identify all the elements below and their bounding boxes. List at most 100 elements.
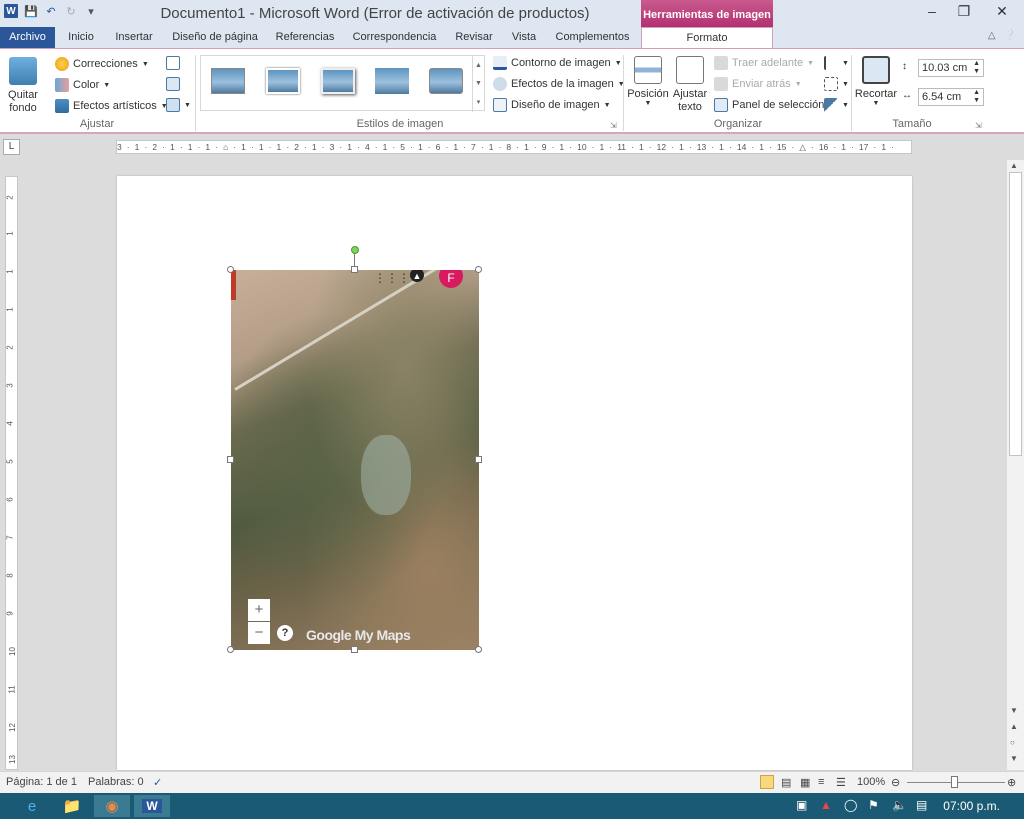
horizontal-ruler[interactable]: 3 · 1 · 2 · 1 · 1 · 1 · ⌂ · 1 · 1 · 1 · … (116, 140, 912, 154)
gallery-scroll[interactable]: ▲ ▼ ▾ (472, 56, 484, 112)
recortar-button[interactable]: Recortar ▼ (854, 56, 898, 107)
word-count[interactable]: Palabras: 0 (88, 776, 144, 788)
compress-icon (166, 56, 180, 70)
rotate-button[interactable]: ▼ (824, 98, 849, 112)
traer-adelante-button[interactable]: Traer adelante ▼ (714, 56, 814, 70)
close-button[interactable]: ✕ (980, 0, 1024, 22)
resize-handle-n[interactable] (351, 266, 358, 273)
resize-handle-nw[interactable] (227, 266, 234, 273)
tab-diseno-pagina[interactable]: Diseño de página (165, 27, 265, 48)
width-field[interactable]: 6.54 cm ▲ ▼ (918, 88, 984, 106)
zoom-slider-knob[interactable] (951, 776, 958, 788)
resize-handle-ne[interactable] (475, 266, 482, 273)
style-thumb-3[interactable] (321, 68, 355, 94)
reset-picture-button[interactable]: ▼ (166, 98, 191, 112)
flag-tray-icon[interactable]: ⚑ (868, 798, 879, 812)
volume-icon[interactable]: 🔈 (892, 798, 907, 812)
prev-page-icon[interactable]: ▲ (1010, 722, 1018, 731)
gallery-more-icon[interactable]: ▾ (477, 98, 481, 106)
scroll-down-icon[interactable]: ▼ (1010, 706, 1018, 715)
width-spinner-icon[interactable]: ▲ ▼ (973, 89, 980, 105)
web-layout-icon[interactable]: ▦ (800, 776, 810, 789)
posicion-button[interactable]: Posición ▼ (627, 56, 669, 107)
style-thumb-2[interactable] (266, 68, 300, 94)
zoom-level[interactable]: 100% (857, 776, 885, 788)
quitar-fondo-button[interactable]: Quitar fondo (4, 57, 42, 115)
picture-styles-gallery: ▲ ▼ ▾ (200, 55, 485, 112)
change-picture-button[interactable] (166, 77, 180, 91)
tab-correspondencia[interactable]: Correspondencia (347, 27, 442, 48)
resize-handle-w[interactable] (227, 456, 234, 463)
rotate-handle[interactable] (351, 246, 359, 254)
estilos-dialog-launcher-icon[interactable]: ⇲ (610, 121, 617, 130)
resize-handle-s[interactable] (351, 646, 358, 653)
page-count[interactable]: Página: 1 de 1 (6, 776, 77, 788)
contorno-imagen-button[interactable]: Contorno de imagen ▼ (493, 56, 622, 70)
scrollbar-thumb[interactable] (1009, 172, 1022, 456)
outline-icon[interactable]: ≡ (818, 776, 824, 788)
style-thumb-1[interactable] (211, 68, 245, 94)
align-button[interactable]: ▼ (824, 56, 849, 70)
sync-tray-icon[interactable]: ◯ (844, 798, 857, 812)
tab-revisar[interactable]: Revisar (450, 27, 498, 48)
zoom-in-icon[interactable]: ⊕ (1007, 776, 1016, 789)
draft-icon[interactable]: ☰ (836, 776, 846, 789)
taskbar-clock[interactable]: 07:00 p.m. (943, 799, 1000, 813)
restore-button[interactable]: ❐ (948, 0, 980, 22)
gallery-down-icon[interactable]: ▼ (475, 80, 482, 87)
tab-vista[interactable]: Vista (505, 27, 543, 48)
quitar-fondo-label: Quitar fondo (8, 89, 38, 114)
resize-handle-se[interactable] (475, 646, 482, 653)
ajustar-texto-button[interactable]: Ajustar texto (670, 56, 710, 114)
tab-complementos[interactable]: Complementos (550, 27, 635, 48)
help-icon[interactable]: ❔ (1004, 30, 1016, 41)
gallery-up-icon[interactable]: ▲ (475, 62, 482, 69)
tab-formato[interactable]: Formato (641, 27, 773, 49)
style-thumb-5[interactable] (429, 68, 463, 94)
send-backward-icon (714, 77, 728, 91)
minimize-ribbon-icon[interactable]: △ (988, 30, 996, 41)
map-image[interactable]: ⋮⋮⋮ ▲ F + − ? Google My Maps (231, 270, 479, 650)
enviar-atras-button[interactable]: Enviar atrás ▼ (714, 77, 802, 91)
height-field[interactable]: 10.03 cm ▲ ▼ (918, 59, 984, 77)
color-button[interactable]: Color ▼ (55, 78, 110, 92)
chrome-icon[interactable]: ◉ (94, 795, 130, 817)
network-icon[interactable]: ▤ (916, 798, 927, 812)
resize-handle-e[interactable] (475, 456, 482, 463)
efectos-imagen-button[interactable]: Efectos de la imagen ▼ (493, 77, 625, 91)
height-spinner-icon[interactable]: ▲ ▼ (973, 60, 980, 76)
diseno-imagen-button[interactable]: Diseño de imagen ▼ (493, 98, 611, 112)
word-taskbar-icon[interactable]: W (134, 795, 170, 817)
style-thumb-4[interactable] (375, 68, 409, 94)
zoom-out-icon[interactable]: ⊖ (891, 776, 900, 789)
tab-archivo[interactable]: Archivo (0, 27, 55, 48)
panel-seleccion-button[interactable]: Panel de selección (714, 98, 824, 112)
scroll-up-icon[interactable]: ▲ (1010, 161, 1018, 170)
acrobat-tray-icon[interactable]: ▲ (820, 798, 832, 812)
correcciones-button[interactable]: Correcciones ▼ (55, 57, 149, 71)
next-page-icon[interactable]: ▼ (1010, 754, 1018, 763)
file-explorer-icon[interactable]: 📁 (54, 795, 90, 817)
group-button[interactable]: ▼ (824, 77, 849, 91)
vertical-scrollbar[interactable]: ▲ ▼ ▲ ○ ▼ (1006, 160, 1024, 770)
vruler-mark: 1 (5, 269, 15, 274)
tab-selector[interactable]: L (3, 139, 20, 155)
proofing-icon[interactable]: ✓ (153, 776, 162, 789)
vruler-mark: 8 (5, 573, 15, 578)
tab-referencias[interactable]: Referencias (270, 27, 340, 48)
tab-insertar[interactable]: Insertar (108, 27, 160, 48)
minimize-button[interactable]: – (916, 0, 948, 22)
compress-pictures-button[interactable] (166, 56, 180, 70)
tray-app-icon[interactable]: ▣ (796, 798, 807, 812)
browse-object-icon[interactable]: ○ (1010, 738, 1015, 747)
tamano-dialog-launcher-icon[interactable]: ⇲ (975, 121, 982, 130)
print-layout-icon[interactable] (760, 775, 774, 789)
resize-handle-sw[interactable] (227, 646, 234, 653)
picture-layout-icon (493, 98, 507, 112)
full-screen-reading-icon[interactable]: ▤ (781, 776, 791, 789)
ie-icon[interactable]: e (14, 795, 50, 817)
tab-inicio[interactable]: Inicio (60, 27, 102, 48)
vertical-ruler[interactable]: 2 1 1 1 2 3 4 5 6 7 8 9 10 11 12 13 (5, 176, 18, 770)
ajustar-texto-label: Ajustar texto (672, 88, 708, 113)
efectos-artisticos-button[interactable]: Efectos artísticos ▼ (55, 99, 168, 113)
